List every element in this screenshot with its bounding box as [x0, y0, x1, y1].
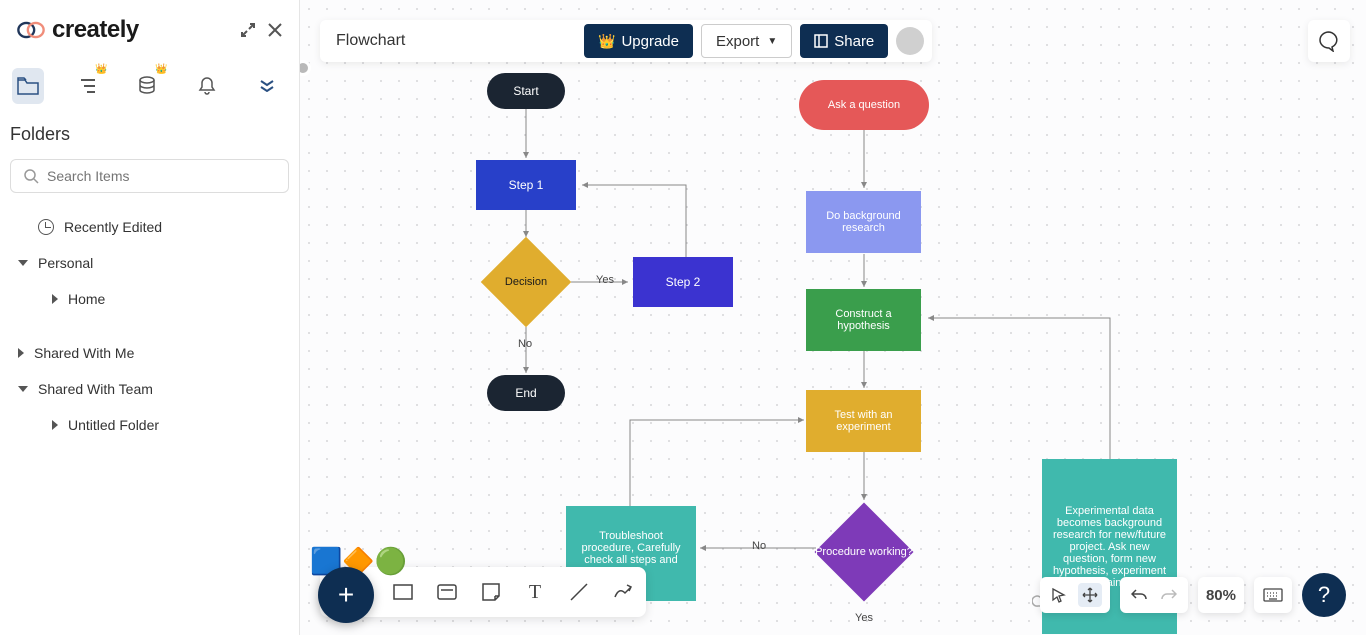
user-avatar[interactable]	[896, 27, 924, 55]
sidebar-header: creately	[0, 0, 299, 60]
folder-home[interactable]: Home	[10, 281, 289, 317]
folders-title: Folders	[10, 124, 289, 145]
btn-label: Export	[716, 33, 759, 50]
folder-shared-with-team[interactable]: Shared With Team	[10, 371, 289, 407]
search-icon	[23, 168, 39, 184]
edge-label-yes: Yes	[596, 274, 614, 286]
export-button[interactable]: Export ▼	[701, 24, 792, 58]
edge-label-no: No	[518, 338, 532, 350]
tool-rectangle[interactable]	[392, 581, 414, 603]
node-procedure-working[interactable]: Procedure working?	[814, 502, 914, 602]
tool-pointer[interactable]	[1048, 587, 1070, 603]
tool-card[interactable]	[436, 581, 458, 603]
node-label: Test with an experiment	[814, 409, 913, 433]
node-label: Start	[513, 84, 538, 98]
zoom-level[interactable]: 80%	[1206, 587, 1236, 604]
help-button[interactable]: ?	[1302, 573, 1346, 617]
node-label: Ask a question	[828, 99, 900, 111]
node-decision[interactable]: Decision	[481, 237, 571, 327]
keyboard-button[interactable]	[1262, 588, 1284, 602]
node-label: Decision	[481, 237, 571, 327]
search-box[interactable]	[10, 159, 289, 193]
folder-label: Untitled Folder	[68, 417, 159, 433]
bottom-right-controls: 80% ?	[1040, 573, 1346, 617]
node-test-experiment[interactable]: Test with an experiment	[806, 390, 921, 452]
tool-pan[interactable]	[1078, 583, 1102, 607]
folder-label: Recently Edited	[64, 219, 162, 235]
chevrons-down-icon	[259, 80, 275, 92]
node-start[interactable]: Start	[487, 73, 565, 109]
btn-label: Share	[834, 33, 874, 50]
tool-freehand[interactable]	[612, 581, 634, 603]
document-title[interactable]: Flowchart	[336, 32, 576, 50]
tab-list[interactable]: 👑	[72, 68, 104, 104]
node-label: Step 1	[509, 178, 544, 192]
close-icon[interactable]	[267, 22, 283, 38]
chevron-down-icon	[18, 260, 28, 266]
sidebar: creately 👑 👑 Folders	[0, 0, 300, 635]
folder-label: Shared With Team	[38, 381, 153, 397]
add-button[interactable]: +	[318, 567, 374, 623]
tool-line[interactable]	[568, 581, 590, 603]
btn-label: Upgrade	[621, 33, 679, 50]
database-icon	[137, 76, 157, 96]
folder-recently-edited[interactable]: Recently Edited	[10, 209, 289, 245]
share-button[interactable]: Share	[800, 24, 888, 58]
folder-label: Personal	[38, 255, 93, 271]
tab-more[interactable]	[251, 68, 283, 104]
node-end[interactable]: End	[487, 375, 565, 411]
folder-label: Shared With Me	[34, 345, 134, 361]
upgrade-button[interactable]: 👑 Upgrade	[584, 24, 693, 58]
undo-button[interactable]	[1128, 588, 1150, 602]
chevron-down-icon	[18, 386, 28, 392]
folder-icon	[17, 77, 39, 95]
panel-icon	[814, 34, 828, 48]
redo-button[interactable]	[1158, 588, 1180, 602]
node-step2[interactable]: Step 2	[633, 257, 733, 307]
node-step1[interactable]: Step 1	[476, 160, 576, 210]
node-ask-question[interactable]: Ask a question	[799, 80, 929, 130]
node-label: Construct a hypothesis	[814, 308, 913, 332]
tab-folders[interactable]	[12, 68, 44, 104]
topbar: Flowchart 👑 Upgrade Export ▼ Share	[320, 20, 932, 62]
sidebar-tabs: 👑 👑	[0, 60, 299, 112]
node-label: Step 2	[666, 275, 701, 289]
edge-label-yes2: Yes	[855, 612, 873, 624]
bell-icon	[198, 76, 216, 96]
edge-label-no2: No	[752, 540, 766, 552]
logo[interactable]: creately	[16, 16, 139, 44]
chevron-right-icon	[18, 348, 24, 358]
tool-text[interactable]: T	[524, 581, 546, 603]
folder-untitled[interactable]: Untitled Folder	[10, 407, 289, 443]
clock-icon	[38, 219, 54, 235]
node-label: Do background research	[814, 210, 913, 234]
crown-icon: 👑	[598, 33, 615, 50]
tool-note[interactable]	[480, 581, 502, 603]
logo-icon	[16, 20, 46, 40]
folder-label: Home	[68, 291, 105, 307]
chevron-right-icon	[52, 294, 58, 304]
folder-personal[interactable]: Personal	[10, 245, 289, 281]
node-background-research[interactable]: Do background research	[806, 191, 921, 253]
folder-shared-with-me[interactable]: Shared With Me	[10, 335, 289, 371]
chat-icon	[1318, 30, 1340, 52]
chevron-down-icon: ▼	[767, 36, 777, 47]
logo-text: creately	[52, 16, 139, 44]
crown-badge-icon: 👑	[155, 64, 167, 75]
chat-button[interactable]	[1308, 20, 1350, 62]
sync-status-dot	[300, 60, 311, 76]
node-label: Procedure working?	[814, 502, 914, 602]
node-hypothesis[interactable]: Construct a hypothesis	[806, 289, 921, 351]
tab-notifications[interactable]	[191, 68, 223, 104]
search-input[interactable]	[47, 168, 276, 184]
chevron-right-icon	[52, 420, 58, 430]
canvas[interactable]: Flowchart 👑 Upgrade Export ▼ Share Start S…	[300, 0, 1366, 635]
crown-badge-icon: 👑	[95, 64, 107, 75]
list-icon	[78, 77, 98, 95]
node-label: End	[515, 386, 536, 400]
expand-icon[interactable]	[239, 21, 257, 39]
tab-database[interactable]: 👑	[132, 68, 164, 104]
